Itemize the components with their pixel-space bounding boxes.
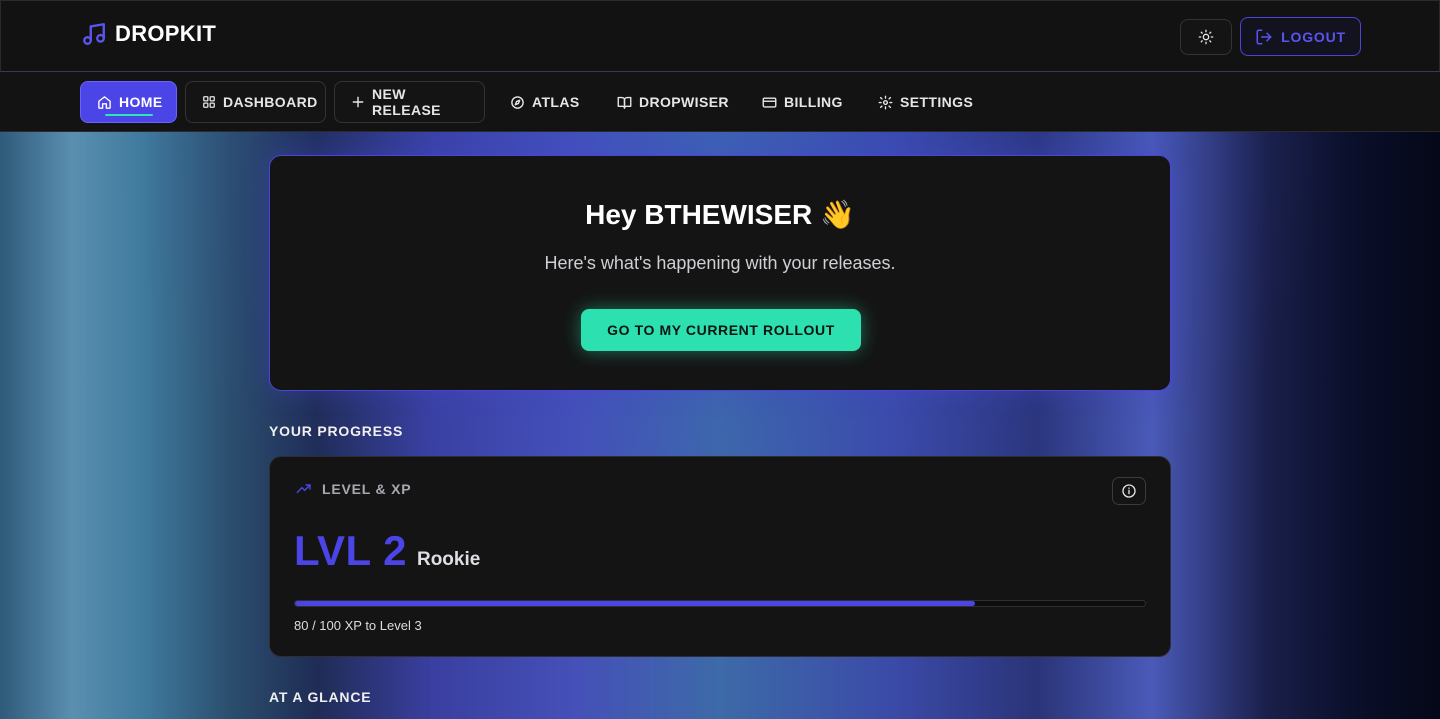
active-indicator — [105, 114, 153, 116]
nav-dropwiser[interactable]: DROPWISER — [601, 81, 745, 123]
nav-settings-label: SETTINGS — [900, 94, 974, 110]
level-xp-card: LEVEL & XP LVL 2 Rookie 80 / 100 XP to L… — [269, 456, 1171, 657]
welcome-card: Hey BTHEWISER 👋 Here's what's happening … — [269, 155, 1171, 391]
theme-toggle-button[interactable] — [1180, 19, 1232, 55]
nav-home-label: HOME — [119, 94, 163, 110]
nav-billing[interactable]: BILLING — [746, 81, 859, 123]
nav-new-release[interactable]: NEW RELEASE — [334, 81, 485, 123]
home-icon — [98, 95, 111, 109]
music-note-icon — [83, 23, 105, 45]
info-icon — [1122, 484, 1136, 498]
welcome-title: Hey BTHEWISER 👋 — [585, 199, 855, 230]
logout-button[interactable]: LOGOUT — [1240, 17, 1361, 56]
credit-card-icon — [762, 96, 777, 108]
nav-settings[interactable]: SETTINGS — [862, 81, 989, 123]
logout-label: LOGOUT — [1281, 28, 1346, 45]
app-name: DROPKIT — [115, 21, 217, 46]
info-button[interactable] — [1112, 477, 1146, 505]
nav-billing-label: BILLING — [784, 94, 843, 110]
trending-up-icon — [296, 484, 311, 494]
plus-icon — [352, 96, 364, 108]
progress-section-label: YOUR PROGRESS — [269, 423, 404, 439]
level-display: LVL 2 Rookie — [294, 527, 480, 575]
current-rollout-button[interactable]: GO TO MY CURRENT ROLLOUT — [581, 309, 861, 351]
logout-icon — [1256, 29, 1272, 44]
level-number: LVL 2 — [294, 527, 407, 574]
nav-dashboard[interactable]: DASHBOARD — [185, 81, 326, 123]
grid-icon — [203, 96, 215, 108]
xp-progress-bar — [294, 600, 1146, 607]
nav-dashboard-label: DASHBOARD — [223, 94, 318, 110]
level-xp-title: LEVEL & XP — [322, 481, 412, 497]
app-logo[interactable]: DROPKIT — [81, 21, 216, 47]
compass-icon — [511, 95, 524, 109]
nav-dropwiser-label: DROPWISER — [639, 94, 729, 110]
nav-atlas[interactable]: ATLAS — [494, 81, 596, 123]
nav-home[interactable]: HOME — [80, 81, 177, 123]
level-xp-header: LEVEL & XP — [294, 481, 411, 497]
book-icon — [617, 96, 632, 109]
sun-icon — [1198, 29, 1214, 45]
xp-progress-text: 80 / 100 XP to Level 3 — [294, 618, 422, 633]
nav-atlas-label: ATLAS — [532, 94, 580, 110]
top-bar: DROPKIT LOGOUT — [0, 0, 1440, 72]
glance-section-label: AT A GLANCE — [269, 689, 372, 705]
welcome-subtitle: Here's what's happening with your releas… — [544, 253, 896, 273]
xp-progress-fill — [295, 601, 975, 606]
rank-name: Rookie — [416, 549, 481, 570]
nav-new-release-label: NEW RELEASE — [372, 86, 441, 118]
main-nav: HOME DASHBOARD NEW RELEASE ATLAS DROPWIS… — [0, 72, 1440, 132]
gear-icon — [878, 95, 893, 109]
